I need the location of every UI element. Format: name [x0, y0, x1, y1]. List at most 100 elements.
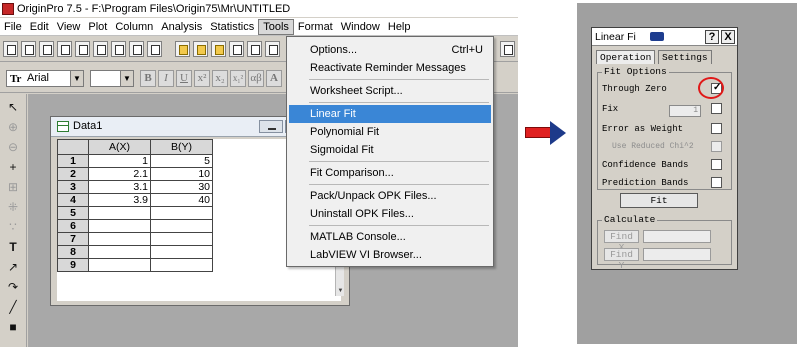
font-size-select[interactable]: ▼: [90, 70, 134, 87]
screen-reader-icon[interactable]: +: [4, 159, 22, 176]
scroll-down-icon[interactable]: ▼: [336, 286, 345, 296]
cell-b[interactable]: 10: [150, 167, 213, 181]
open-folder-icon[interactable]: [175, 41, 190, 57]
cell-a[interactable]: 1: [88, 154, 151, 168]
use-reduced-chi2-checkbox[interactable]: [711, 141, 722, 152]
row-header[interactable]: 1: [57, 154, 89, 168]
menu-tools[interactable]: Tools: [258, 18, 294, 35]
corner-cell[interactable]: [57, 139, 89, 155]
new-matrix-icon[interactable]: [75, 41, 90, 57]
menu-item-matlab-console[interactable]: MATLAB Console...: [289, 228, 491, 246]
menu-analysis[interactable]: Analysis: [157, 19, 206, 35]
row-header[interactable]: 3: [57, 180, 89, 194]
new-graph-icon[interactable]: [57, 41, 72, 57]
dialog-title-bar[interactable]: Linear Fi ? X: [592, 28, 737, 46]
pointer-icon[interactable]: ↖: [4, 99, 22, 116]
menu-item-options[interactable]: Options... Ctrl+U: [289, 41, 491, 59]
row-header[interactable]: 7: [57, 232, 89, 246]
menu-view[interactable]: View: [53, 19, 85, 35]
italic-button[interactable]: I: [158, 70, 174, 87]
cell-a[interactable]: [88, 206, 151, 220]
font-color-button[interactable]: A: [266, 70, 282, 87]
menu-item-fit-comparison[interactable]: Fit Comparison...: [289, 164, 491, 182]
menu-plot[interactable]: Plot: [84, 19, 111, 35]
find-x-button[interactable]: Find X: [604, 230, 639, 253]
menu-edit[interactable]: Edit: [26, 19, 53, 35]
new-worksheet-icon[interactable]: [21, 41, 36, 57]
new-template-icon[interactable]: [147, 41, 162, 57]
zoom-out-icon[interactable]: ⊖: [4, 139, 22, 156]
tab-settings[interactable]: Settings: [658, 50, 712, 64]
cell-a[interactable]: 3.1: [88, 180, 151, 194]
row-header[interactable]: 8: [57, 245, 89, 259]
menu-statistics[interactable]: Statistics: [206, 19, 258, 35]
save-template-icon[interactable]: [247, 41, 262, 57]
find-y-field[interactable]: [643, 248, 711, 261]
cell-a[interactable]: [88, 219, 151, 233]
menu-format[interactable]: Format: [294, 19, 337, 35]
data-selector-icon[interactable]: ⁜: [4, 199, 22, 216]
font-name-select[interactable]: Tr Arial ▼: [6, 70, 84, 87]
data-reader-icon[interactable]: ⊞: [4, 179, 22, 196]
tab-operation[interactable]: Operation: [596, 50, 656, 64]
draw-data-icon[interactable]: ∵: [4, 219, 22, 236]
curved-arrow-icon[interactable]: ↷: [4, 279, 22, 296]
fit-button[interactable]: Fit: [620, 193, 698, 208]
close-button[interactable]: X: [721, 30, 735, 44]
menu-file[interactable]: File: [0, 19, 26, 35]
minimize-icon[interactable]: [259, 120, 283, 133]
arrow-tool-icon[interactable]: ↗: [4, 259, 22, 276]
zoom-icon[interactable]: [500, 41, 515, 57]
menu-window[interactable]: Window: [337, 19, 384, 35]
open-excel-icon[interactable]: [211, 41, 226, 57]
text-tool-icon[interactable]: T: [4, 239, 22, 256]
menu-item-pack-unpack-opk[interactable]: Pack/Unpack OPK Files...: [289, 187, 491, 205]
superscript-button[interactable]: x²: [194, 70, 210, 87]
rectangle-tool-icon[interactable]: ■: [4, 319, 22, 336]
menu-item-worksheet-script[interactable]: Worksheet Script...: [289, 82, 491, 100]
row-header[interactable]: 5: [57, 206, 89, 220]
greek-button[interactable]: αβ: [248, 70, 264, 87]
new-layout-icon[interactable]: [111, 41, 126, 57]
menu-item-sigmoidal-fit[interactable]: Sigmoidal Fit: [289, 141, 491, 159]
menu-item-reactivate-reminders[interactable]: Reactivate Reminder Messages: [289, 59, 491, 77]
line-tool-icon[interactable]: ╱: [4, 299, 22, 316]
column-header-a[interactable]: A(X): [88, 139, 151, 155]
error-as-weight-checkbox[interactable]: [711, 123, 722, 134]
bold-button[interactable]: B: [140, 70, 156, 87]
cell-a[interactable]: [88, 232, 151, 246]
cell-b[interactable]: [150, 206, 213, 220]
open-template-icon[interactable]: [193, 41, 208, 57]
menu-help[interactable]: Help: [384, 19, 415, 35]
cell-b[interactable]: 30: [150, 180, 213, 194]
cell-b[interactable]: 40: [150, 193, 213, 207]
help-button[interactable]: ?: [705, 30, 719, 44]
supersubscript-button[interactable]: x₁²: [230, 70, 246, 87]
row-header[interactable]: 4: [57, 193, 89, 207]
zoom-in-icon[interactable]: ⊕: [4, 119, 22, 136]
underline-button[interactable]: U: [176, 70, 192, 87]
fix-value-input[interactable]: 1: [669, 105, 701, 117]
cell-b[interactable]: [150, 245, 213, 259]
find-y-button[interactable]: Find Y: [604, 248, 639, 271]
cell-b[interactable]: [150, 219, 213, 233]
cell-a[interactable]: 2.1: [88, 167, 151, 181]
menu-item-labview-browser[interactable]: LabVIEW VI Browser...: [289, 246, 491, 264]
save-icon[interactable]: [229, 41, 244, 57]
cell-a[interactable]: 3.9: [88, 193, 151, 207]
menu-item-polynomial-fit[interactable]: Polynomial Fit: [289, 123, 491, 141]
row-header[interactable]: 9: [57, 258, 89, 272]
chevron-down-icon[interactable]: ▼: [70, 71, 83, 86]
confidence-bands-checkbox[interactable]: [711, 159, 722, 170]
fix-checkbox[interactable]: [711, 103, 722, 114]
prediction-bands-checkbox[interactable]: [711, 177, 722, 188]
export-icon[interactable]: [265, 41, 280, 57]
cell-a[interactable]: [88, 245, 151, 259]
cell-a[interactable]: [88, 258, 151, 272]
row-header[interactable]: 2: [57, 167, 89, 181]
row-header[interactable]: 6: [57, 219, 89, 233]
column-header-b[interactable]: B(Y): [150, 139, 213, 155]
new-function-icon[interactable]: [93, 41, 108, 57]
cell-b[interactable]: 5: [150, 154, 213, 168]
new-excel-icon[interactable]: [39, 41, 54, 57]
